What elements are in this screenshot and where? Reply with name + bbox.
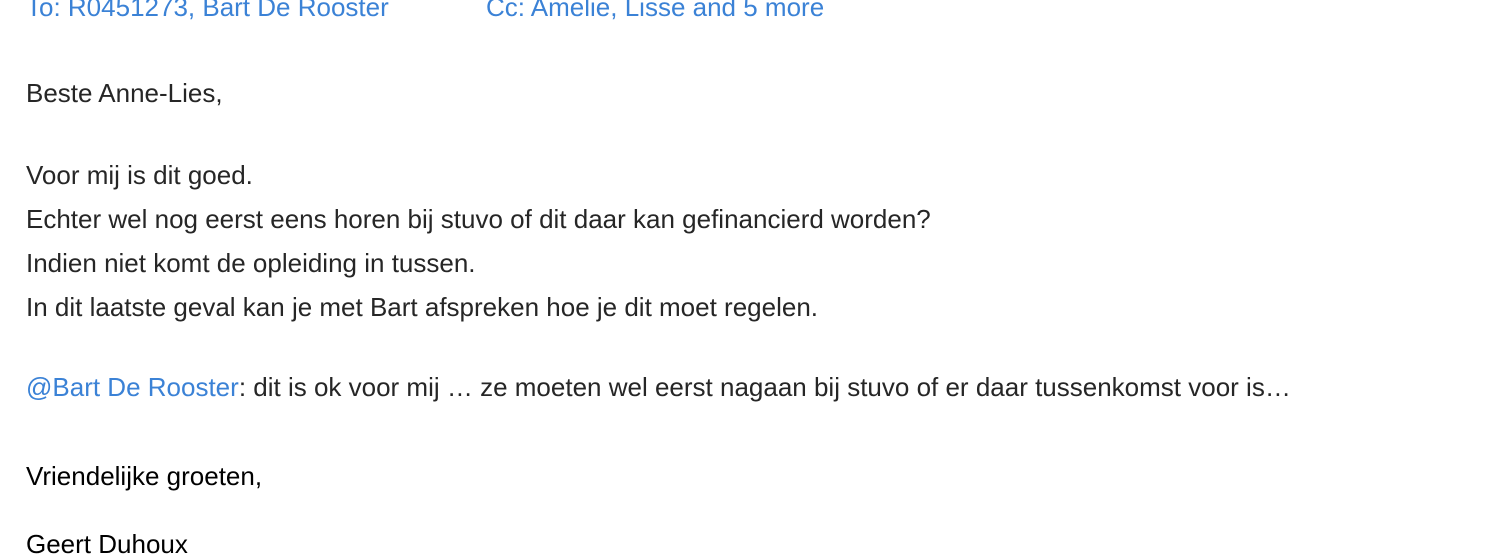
paragraph-line-4: In dit laatste geval kan je met Bart afs… <box>26 292 819 322</box>
to-recipients-link[interactable]: To: R0451273, Bart De Rooster <box>26 0 389 23</box>
mention-link[interactable]: @Bart De Rooster <box>26 372 239 402</box>
cc-recipients-link[interactable]: Cc: Amelie, Lisse and 5 more <box>486 0 824 23</box>
mention-line: @Bart De Rooster: dit is ok voor mij … z… <box>26 371 1291 403</box>
greeting: Beste Anne-Lies, <box>26 78 223 108</box>
closing: Vriendelijke groeten, <box>26 461 263 491</box>
paragraph-line-1: Voor mij is dit goed. <box>26 160 253 190</box>
paragraph-line-3: Indien niet komt de opleiding in tussen. <box>26 248 476 278</box>
signature-name: Geert Duhoux <box>26 529 188 559</box>
mention-text: : dit is ok voor mij … ze moeten wel eer… <box>238 372 1291 402</box>
paragraph-line-2: Echter wel nog eerst eens horen bij stuv… <box>26 204 931 234</box>
